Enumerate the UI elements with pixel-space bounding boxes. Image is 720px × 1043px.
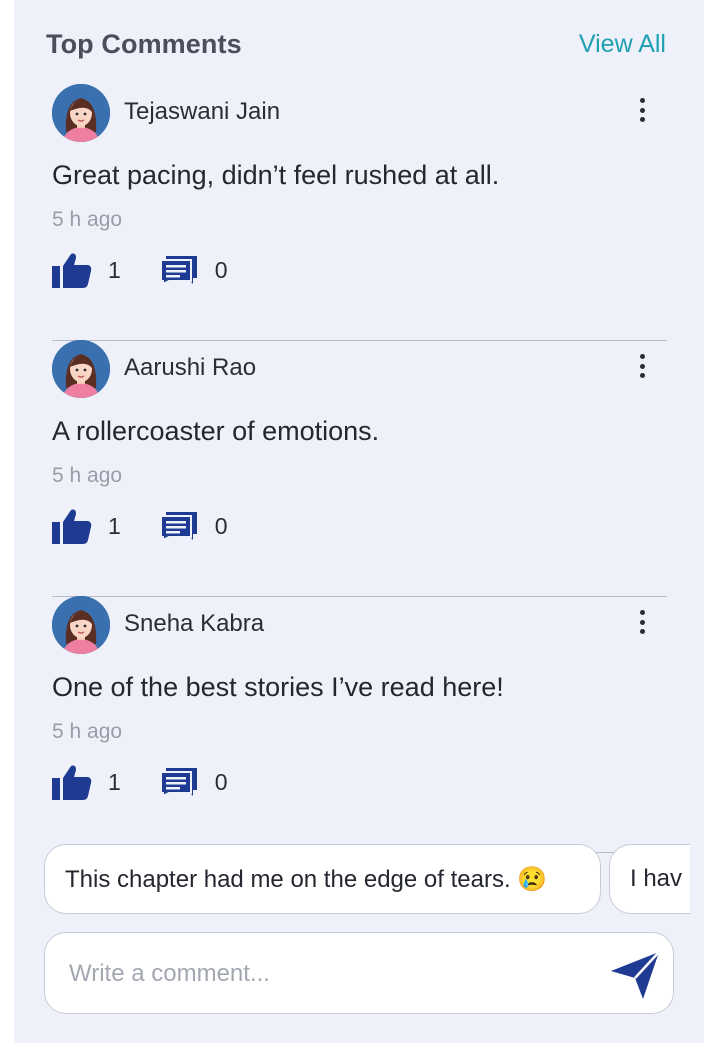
quick-reply-chips: This chapter had me on the edge of tears… <box>44 844 690 918</box>
comment-item: Tejaswani Jain Great pacing, didn’t feel… <box>52 84 667 341</box>
like-count: 1 <box>108 768 121 795</box>
reply-count: 0 <box>214 256 228 283</box>
username[interactable]: Aarushi Rao <box>124 354 256 382</box>
view-all-link[interactable]: View All <box>579 30 666 59</box>
comment-actions: 1 0 <box>52 250 228 290</box>
like-button[interactable]: 1 <box>52 508 121 544</box>
username[interactable]: Sneha Kabra <box>124 610 264 638</box>
send-icon <box>611 951 660 999</box>
reply-count: 0 <box>214 512 228 539</box>
comment-time: 5 h ago <box>52 464 123 487</box>
comment-time: 5 h ago <box>52 208 123 231</box>
more-vertical-icon[interactable] <box>632 98 652 128</box>
like-count: 1 <box>108 512 121 539</box>
comment-text: One of the best stories I’ve read here! <box>52 672 504 702</box>
reply-count: 0 <box>214 768 228 795</box>
quick-reply-chip[interactable]: I hav <box>609 844 690 914</box>
quick-reply-chip[interactable]: This chapter had me on the edge of tears… <box>44 844 601 914</box>
send-button[interactable] <box>609 949 661 1001</box>
thumbs-up-icon <box>52 765 92 800</box>
comments-header: Top Comments View All <box>46 24 666 64</box>
like-button[interactable]: 1 <box>52 764 121 800</box>
comments-icon <box>159 256 197 285</box>
section-title: Top Comments <box>46 28 242 59</box>
avatar[interactable] <box>52 340 110 398</box>
thumbs-up-icon <box>52 253 92 288</box>
like-button[interactable]: 1 <box>52 252 121 288</box>
avatar[interactable] <box>52 596 110 654</box>
comments-panel: Top Comments View All Tejaswani Jain Gre… <box>14 0 704 1043</box>
comment-text: A rollercoaster of emotions. <box>52 416 380 446</box>
comment-composer <box>44 932 674 1014</box>
comment-time: 5 h ago <box>52 720 123 743</box>
comment-input[interactable] <box>67 953 591 995</box>
chip-text: I hav <box>630 865 683 892</box>
comments-icon <box>159 768 197 797</box>
more-vertical-icon[interactable] <box>632 354 652 384</box>
comment-actions: 1 0 <box>52 762 228 802</box>
reply-button[interactable]: 0 <box>159 511 228 541</box>
username[interactable]: Tejaswani Jain <box>124 98 280 126</box>
comment-item: Sneha Kabra One of the best stories I’ve… <box>52 596 667 853</box>
comment-actions: 1 0 <box>52 506 228 546</box>
more-vertical-icon[interactable] <box>632 610 652 640</box>
chip-text: This chapter had me on the edge of tears… <box>65 865 548 893</box>
comment-item: Aarushi Rao A rollercoaster of emotions.… <box>52 340 667 597</box>
reply-button[interactable]: 0 <box>159 255 228 285</box>
comment-text: Great pacing, didn’t feel rushed at all. <box>52 160 500 190</box>
comments-icon <box>159 512 197 541</box>
like-count: 1 <box>108 256 121 283</box>
avatar[interactable] <box>52 84 110 142</box>
thumbs-up-icon <box>52 509 92 544</box>
reply-button[interactable]: 0 <box>159 767 228 797</box>
